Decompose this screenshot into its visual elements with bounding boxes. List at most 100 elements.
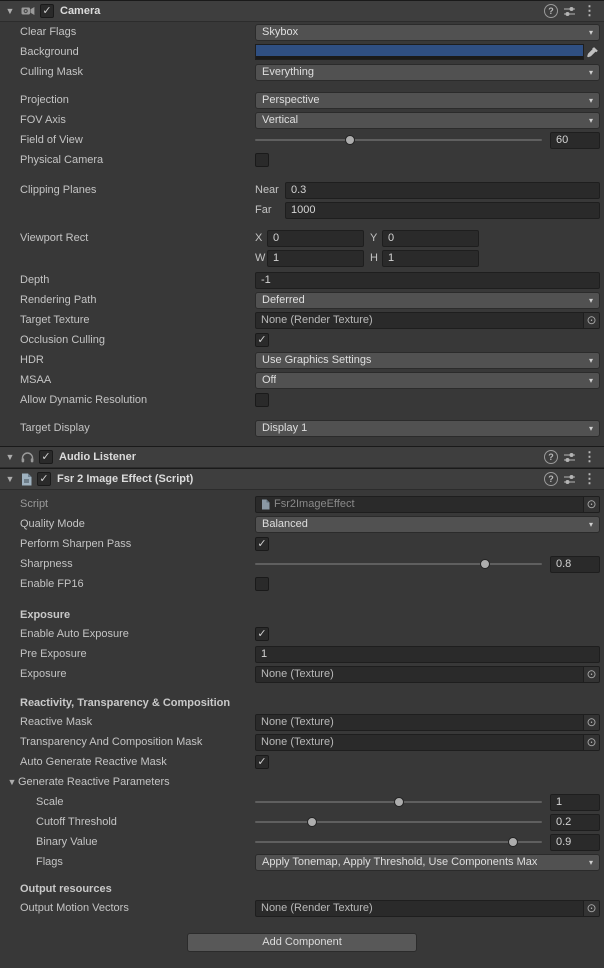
background-label: Background	[20, 46, 255, 58]
sharpness-label: Sharpness	[20, 558, 255, 570]
flags-value: Apply Tonemap, Apply Threshold, Use Comp…	[262, 856, 537, 868]
slider-handle[interactable]	[480, 559, 490, 569]
presets-icon[interactable]	[563, 473, 576, 486]
eyedropper-icon[interactable]	[584, 46, 600, 59]
foldout-icon[interactable]: ▼	[4, 6, 16, 16]
background-color-field[interactable]	[255, 44, 584, 60]
kebab-menu-icon[interactable]: ⋮	[581, 3, 598, 19]
kebab-menu-icon[interactable]: ⋮	[581, 471, 598, 487]
cutoff-threshold-input[interactable]: 0.2	[550, 814, 600, 831]
transparency-mask-value: None (Texture)	[261, 736, 334, 748]
object-picker-icon[interactable]: ⊙	[583, 667, 599, 682]
target-display-dropdown[interactable]: Display 1 ▾	[255, 420, 600, 437]
sharpness-slider[interactable]	[255, 556, 542, 572]
field-of-view-slider[interactable]	[255, 132, 542, 148]
slider-handle[interactable]	[394, 797, 404, 807]
object-picker-icon[interactable]: ⊙	[583, 313, 599, 328]
exposure-object-field[interactable]: None (Texture) ⊙	[255, 666, 600, 683]
kebab-menu-icon[interactable]: ⋮	[581, 449, 598, 465]
object-picker-icon[interactable]: ⊙	[583, 735, 599, 750]
foldout-icon[interactable]: ▼	[4, 452, 16, 462]
binary-value-label: Binary Value	[36, 836, 255, 848]
background-color-swatch	[256, 45, 583, 56]
depth-input[interactable]: -1	[255, 272, 600, 289]
clear-flags-dropdown[interactable]: Skybox ▾	[255, 24, 600, 41]
near-input[interactable]: 0.3	[285, 182, 600, 199]
far-label: Far	[255, 204, 285, 216]
exposure-value: None (Texture)	[261, 668, 334, 680]
help-icon[interactable]: ?	[544, 472, 558, 486]
transparency-mask-object-field[interactable]: None (Texture) ⊙	[255, 734, 600, 751]
occlusion-culling-checkbox[interactable]: ✓	[255, 333, 269, 347]
physical-camera-checkbox[interactable]	[255, 153, 269, 167]
help-icon[interactable]: ?	[544, 4, 558, 18]
binary-value-slider[interactable]	[255, 834, 542, 850]
projection-dropdown[interactable]: Perspective ▾	[255, 92, 600, 109]
scale-input[interactable]: 1	[550, 794, 600, 811]
quality-mode-dropdown[interactable]: Balanced ▾	[255, 516, 600, 533]
object-picker-icon[interactable]: ⊙	[583, 497, 599, 512]
viewport-w-input[interactable]: 1	[267, 250, 364, 267]
slider-handle[interactable]	[345, 135, 355, 145]
chevron-down-icon: ▾	[585, 68, 593, 77]
culling-mask-label: Culling Mask	[20, 66, 255, 78]
enable-auto-exposure-label: Enable Auto Exposure	[20, 628, 255, 640]
exposure-label: Exposure	[20, 668, 255, 680]
row-enable-fp16: Enable FP16	[0, 574, 604, 594]
allow-dynamic-resolution-checkbox[interactable]	[255, 393, 269, 407]
row-transparency-mask: Transparency And Composition Mask None (…	[0, 732, 604, 752]
hdr-dropdown[interactable]: Use Graphics Settings ▾	[255, 352, 600, 369]
viewport-y-input[interactable]: 0	[382, 230, 479, 247]
target-texture-object-field[interactable]: None (Render Texture) ⊙	[255, 312, 600, 329]
output-motion-vectors-object-field[interactable]: None (Render Texture) ⊙	[255, 900, 600, 917]
target-texture-label: Target Texture	[20, 314, 255, 326]
fsr2-enabled-checkbox[interactable]: ✓	[37, 472, 51, 486]
viewport-x-input[interactable]: 0	[267, 230, 364, 247]
enable-fp16-checkbox[interactable]	[255, 577, 269, 591]
object-picker-icon[interactable]: ⊙	[583, 715, 599, 730]
object-picker-icon[interactable]: ⊙	[583, 901, 599, 916]
foldout-icon[interactable]: ▼	[4, 474, 16, 484]
script-file-icon	[261, 499, 270, 510]
presets-icon[interactable]	[563, 451, 576, 464]
pre-exposure-input[interactable]: 1	[255, 646, 600, 663]
scale-slider[interactable]	[255, 794, 542, 810]
inspector-panel: ▼ ✓ Camera ? ⋮ Clear Flags Skybox ▾ Back…	[0, 0, 604, 968]
occlusion-culling-label: Occlusion Culling	[20, 334, 255, 346]
chevron-down-icon: ▾	[585, 356, 593, 365]
slider-handle[interactable]	[307, 817, 317, 827]
reactive-mask-label: Reactive Mask	[20, 716, 255, 728]
sharpness-input[interactable]: 0.8	[550, 556, 600, 573]
slider-track	[255, 841, 542, 843]
auto-generate-reactive-mask-checkbox[interactable]: ✓	[255, 755, 269, 769]
audio-listener-enabled-checkbox[interactable]: ✓	[39, 450, 53, 464]
rendering-path-dropdown[interactable]: Deferred ▾	[255, 292, 600, 309]
viewport-h-input[interactable]: 1	[382, 250, 479, 267]
clear-flags-value: Skybox	[262, 26, 298, 38]
field-of-view-input[interactable]: 60	[550, 132, 600, 149]
row-pre-exposure: Pre Exposure 1	[0, 644, 604, 664]
target-display-value: Display 1	[262, 422, 307, 434]
perform-sharpen-pass-checkbox[interactable]: ✓	[255, 537, 269, 551]
camera-enabled-checkbox[interactable]: ✓	[40, 4, 54, 18]
far-input[interactable]: 1000	[285, 202, 600, 219]
msaa-dropdown[interactable]: Off ▾	[255, 372, 600, 389]
cutoff-threshold-slider[interactable]	[255, 814, 542, 830]
foldout-icon[interactable]: ▼	[6, 777, 18, 787]
binary-value-input[interactable]: 0.9	[550, 834, 600, 851]
slider-handle[interactable]	[508, 837, 518, 847]
fov-axis-dropdown[interactable]: Vertical ▾	[255, 112, 600, 129]
presets-icon[interactable]	[563, 5, 576, 18]
camera-icon	[21, 5, 35, 17]
flags-dropdown[interactable]: Apply Tonemap, Apply Threshold, Use Comp…	[255, 854, 600, 871]
enable-auto-exposure-checkbox[interactable]: ✓	[255, 627, 269, 641]
reactive-mask-object-field[interactable]: None (Texture) ⊙	[255, 714, 600, 731]
row-projection: Projection Perspective ▾	[0, 90, 604, 110]
help-icon[interactable]: ?	[544, 450, 558, 464]
slider-track	[255, 563, 542, 565]
near-value: 0.3	[291, 184, 306, 196]
row-output-motion-vectors: Output Motion Vectors None (Render Textu…	[0, 898, 604, 918]
add-component-button[interactable]: Add Component	[187, 933, 417, 952]
msaa-label: MSAA	[20, 374, 255, 386]
culling-mask-dropdown[interactable]: Everything ▾	[255, 64, 600, 81]
